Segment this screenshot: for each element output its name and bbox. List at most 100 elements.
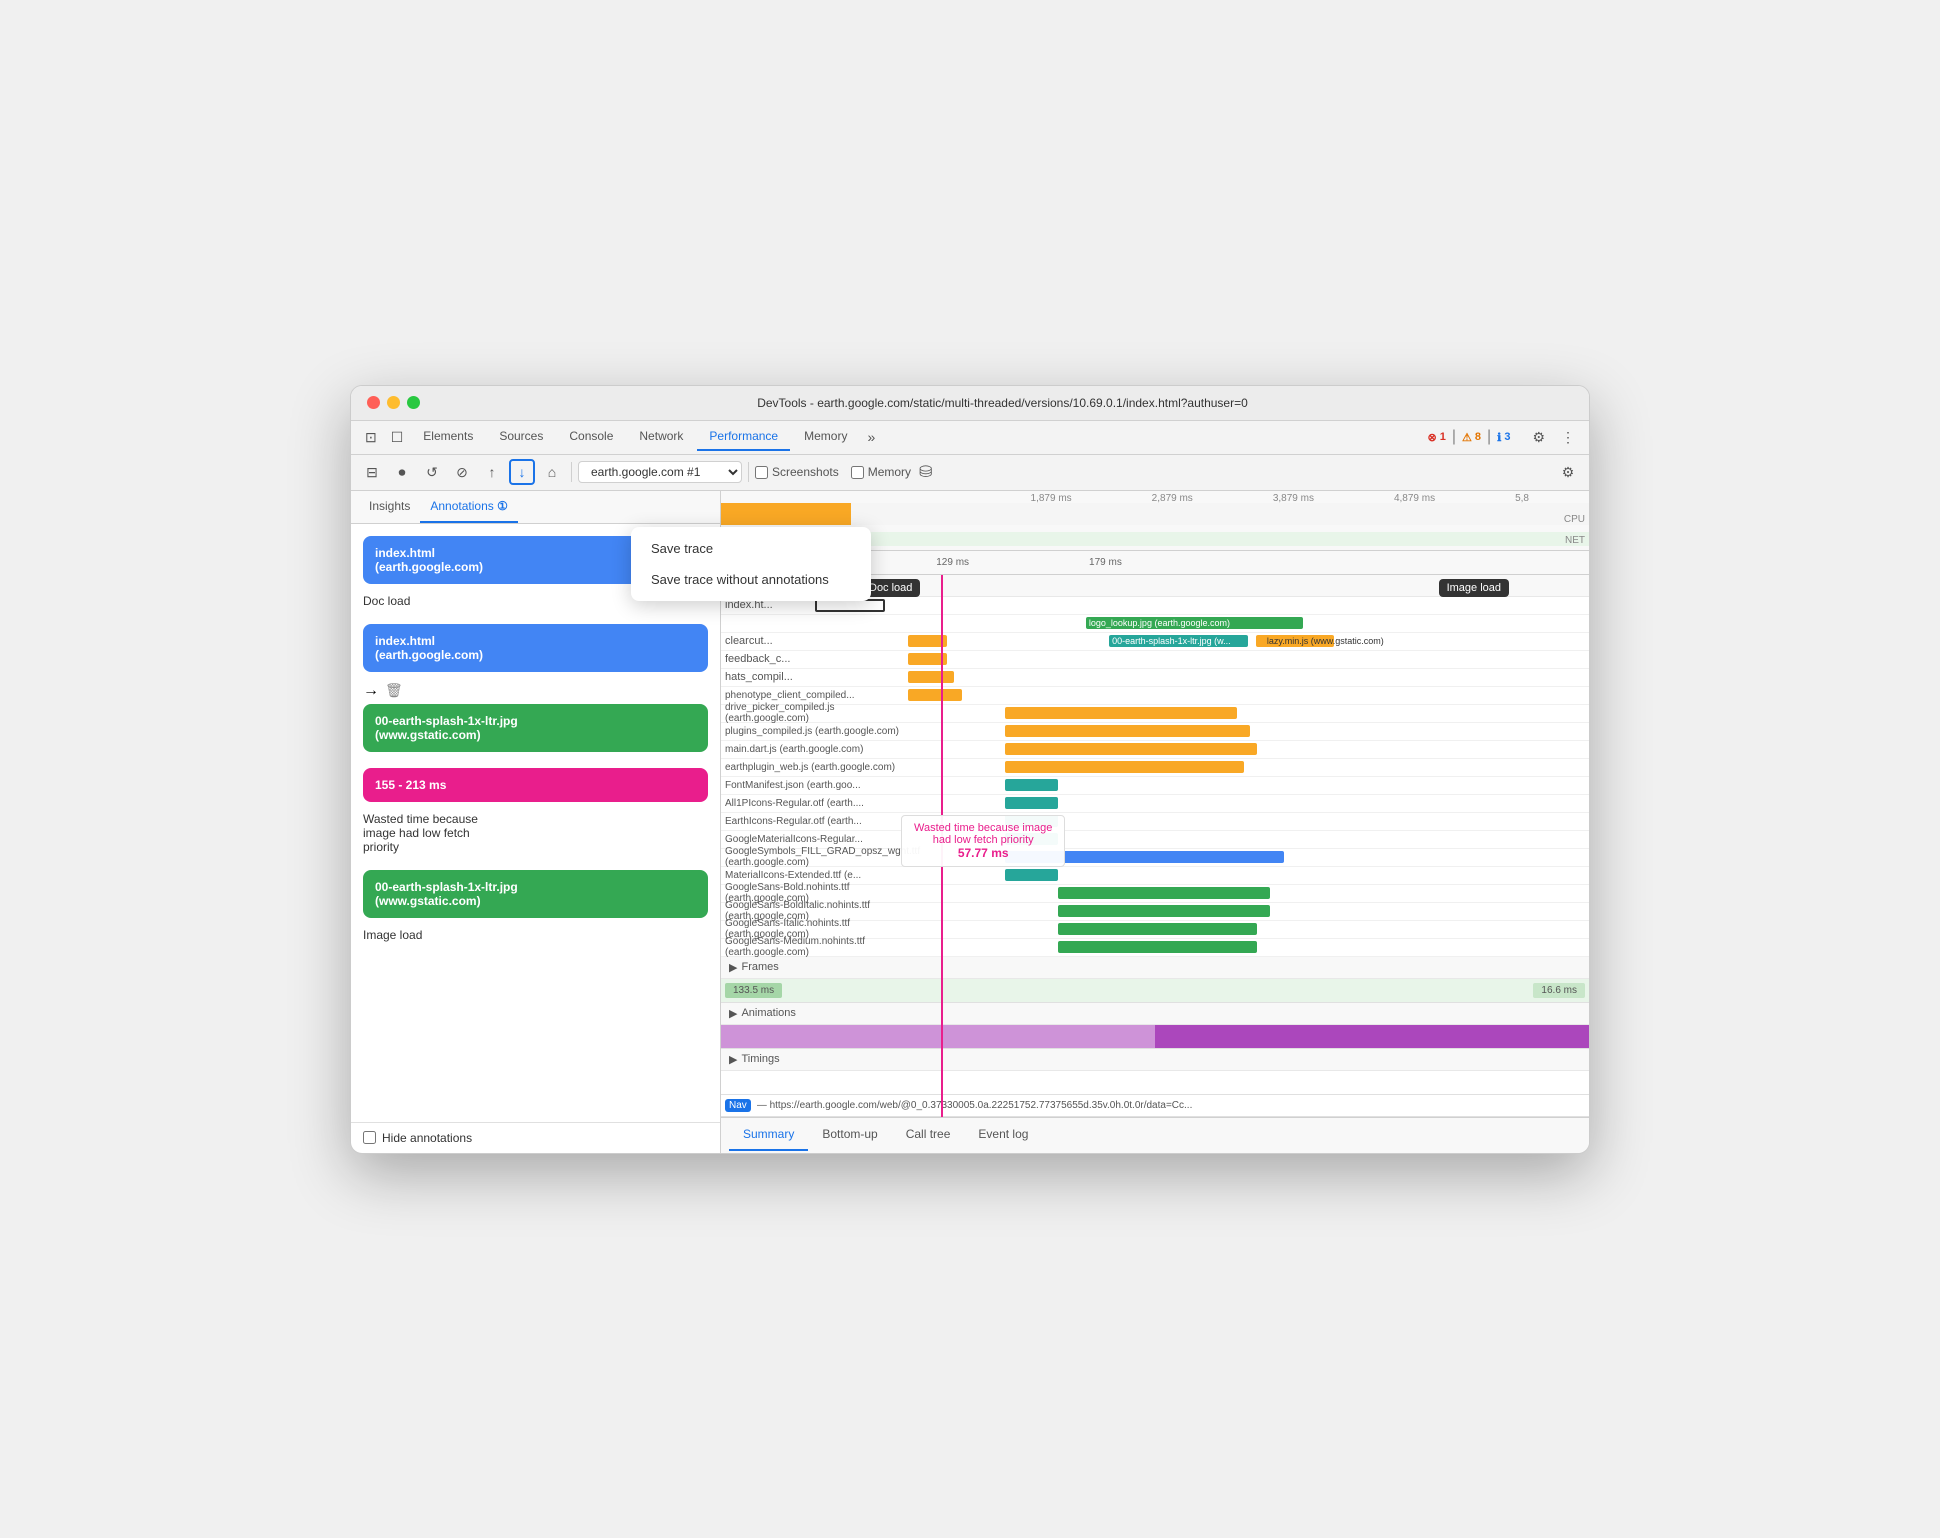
record-button[interactable]: ⏺ (389, 459, 415, 485)
annotation-card-index2: index.html(earth.google.com) (363, 624, 708, 672)
resource-label-maindart: main.dart.js (earth.google.com) (725, 744, 925, 755)
animations-expand-icon[interactable]: ▶ (729, 1007, 737, 1020)
ruler-129: 129 ms (936, 557, 969, 568)
resource-bar-fontmanifest (925, 778, 1589, 792)
dropdown-menu: Save trace Save trace without annotation… (631, 527, 871, 601)
tab-icons: ⊗ 1 | ⚠ 8 | ℹ 3 ⚙ ⋮ (1427, 425, 1581, 450)
bottom-tab-bar: Summary Bottom-up Call tree Event log (721, 1117, 1589, 1153)
network-row-drivepicker: drive_picker_compiled.js (earth.google.c… (721, 705, 1589, 723)
left-tab-bar: Insights Annotations ① (351, 491, 720, 524)
googlesymbols-bar (1005, 851, 1284, 863)
resource-bar-plugins (925, 724, 1589, 738)
network-row-all1picons: All1PIcons-Regular.otf (earth.... (721, 795, 1589, 813)
delete-annotation-icon[interactable]: 🗑 (385, 682, 403, 699)
screenshots-checkbox[interactable] (755, 466, 768, 479)
save-trace-no-annotations-item[interactable]: Save trace without annotations (631, 564, 871, 595)
tab-event-log[interactable]: Event log (964, 1119, 1042, 1151)
resource-label-googlematerial: GoogleMaterialIcons-Regular... (725, 834, 925, 845)
resource-label-materialicons: MaterialIcons-Extended.ttf (e... (725, 870, 925, 881)
timings-expand-icon[interactable]: ▶ (729, 1053, 737, 1066)
resource-bar-index (815, 598, 1589, 612)
close-button[interactable] (367, 396, 380, 409)
devtools-window: DevTools - earth.google.com/static/multi… (350, 385, 1590, 1154)
phenotype-bar (908, 689, 962, 701)
devtools-tab-bar: ⊡ ☐ Elements Sources Console Network Per… (351, 421, 1589, 455)
upload-button[interactable]: ↑ (479, 459, 505, 485)
device-icon[interactable]: ☐ (385, 425, 410, 450)
timeline-content: Doc load Image load ▶ Network index.ht..… (721, 575, 1589, 1117)
resource-bar-googlesansbold (925, 886, 1589, 900)
frames-expand-icon[interactable]: ▶ (729, 961, 737, 974)
resource-bar-phenotype (815, 688, 1589, 702)
screenshots-label: Screenshots (772, 465, 839, 479)
frames-content: 133.5 ms 16.6 ms (725, 983, 1585, 998)
resource-bar-googlesymbols (925, 850, 1589, 864)
memory-checkbox[interactable] (851, 466, 864, 479)
maximize-button[interactable] (407, 396, 420, 409)
googlesansbolditalic-bar (1058, 905, 1270, 917)
googlesansbold-bar (1058, 887, 1270, 899)
gear-icon[interactable]: ⚙ (1555, 459, 1581, 485)
tab-bottom-up[interactable]: Bottom-up (808, 1119, 891, 1151)
warning-count: ⚠ 8 (1462, 431, 1481, 444)
traffic-lights (367, 396, 420, 409)
resource-label-plugins: plugins_compiled.js (earth.google.com) (725, 726, 925, 737)
resource-bar-earthicons (925, 814, 1589, 828)
screenshots-checkbox-group[interactable]: Screenshots (755, 465, 839, 479)
tab-call-tree[interactable]: Call tree (892, 1119, 965, 1151)
toolbar-separator-1 (571, 462, 572, 482)
annotation-badge-wasted: 155 - 213 ms (363, 768, 708, 802)
resource-label-googlesansmedium: GoogleSans-Medium.nohints.ttf (earth.goo… (725, 936, 925, 958)
inspect-icon[interactable]: ⊡ (359, 425, 383, 450)
resource-label-fontmanifest: FontManifest.json (earth.goo... (725, 780, 925, 791)
frames-time1: 133.5 ms (725, 983, 782, 998)
annotation-count: ① (497, 499, 508, 513)
arrow-icon: → (363, 682, 379, 700)
network-row-earthicons: EarthIcons-Regular.otf (earth... (721, 813, 1589, 831)
network-row-phenotype: phenotype_client_compiled... (721, 687, 1589, 705)
clear-button[interactable]: ⊘ (449, 459, 475, 485)
annotation-card-splash2: 00-earth-splash-1x-ltr.jpg(www.gstatic.c… (363, 870, 708, 918)
download-button[interactable]: ↓ (509, 459, 535, 485)
drivepicker-bar (1005, 707, 1237, 719)
memory-icon[interactable]: ⛁ (919, 462, 932, 482)
timings-row (721, 1071, 1589, 1095)
more-options-icon[interactable]: ⋮ (1555, 425, 1581, 450)
resource-bar-maindart (925, 742, 1589, 756)
annotation-group-2: index.html(earth.google.com) → 🗑 00-eart… (363, 624, 708, 752)
profile-selector[interactable]: earth.google.com #1 (578, 461, 742, 483)
ruler-179: 179 ms (1089, 557, 1122, 568)
tab-performance[interactable]: Performance (697, 423, 790, 451)
tab-elements[interactable]: Elements (411, 423, 485, 451)
tab-sources[interactable]: Sources (487, 423, 555, 451)
tab-console[interactable]: Console (557, 423, 625, 451)
network-row-logo: logo_lookup.jpg (earth.google.com) (721, 615, 1589, 633)
settings-icon[interactable]: ⚙ (1526, 425, 1551, 450)
frames-label: Frames (741, 961, 778, 973)
hide-annotations-checkbox[interactable] (363, 1131, 376, 1144)
panel-layout-button[interactable]: ⊟ (359, 459, 385, 485)
more-tabs-icon[interactable]: » (861, 425, 881, 449)
reload-record-button[interactable]: ↺ (419, 459, 445, 485)
error-count: ⊗ 1 (1427, 431, 1445, 444)
all1picons-bar (1005, 797, 1058, 809)
save-trace-item[interactable]: Save trace (631, 533, 871, 564)
tab-network[interactable]: Network (627, 423, 695, 451)
resource-label-hats: hats_compil... (725, 671, 815, 683)
memory-checkbox-group[interactable]: Memory (851, 465, 911, 479)
googlesansmedium-bar (1058, 941, 1257, 953)
tab-annotations[interactable]: Annotations ① (420, 491, 518, 523)
clearcut-bar (908, 635, 947, 647)
resource-label-phenotype: phenotype_client_compiled... (725, 690, 815, 701)
tab-insights[interactable]: Insights (359, 491, 420, 523)
timings-section-header: ▶ Timings (721, 1049, 1589, 1071)
tab-summary[interactable]: Summary (729, 1119, 808, 1151)
logo-label: logo_lookup.jpg (earth.google.com) (1086, 616, 1233, 630)
hide-annotations-bar: Hide annotations (351, 1122, 720, 1153)
minimize-button[interactable] (387, 396, 400, 409)
network-row-feedback: feedback_c... (721, 651, 1589, 669)
tab-memory[interactable]: Memory (792, 423, 859, 451)
arrow-row: → 🗑 (363, 682, 708, 700)
wasted-time-description: Wasted time becauseimage had low fetchpr… (363, 812, 708, 854)
home-button[interactable]: ⌂ (539, 459, 565, 485)
